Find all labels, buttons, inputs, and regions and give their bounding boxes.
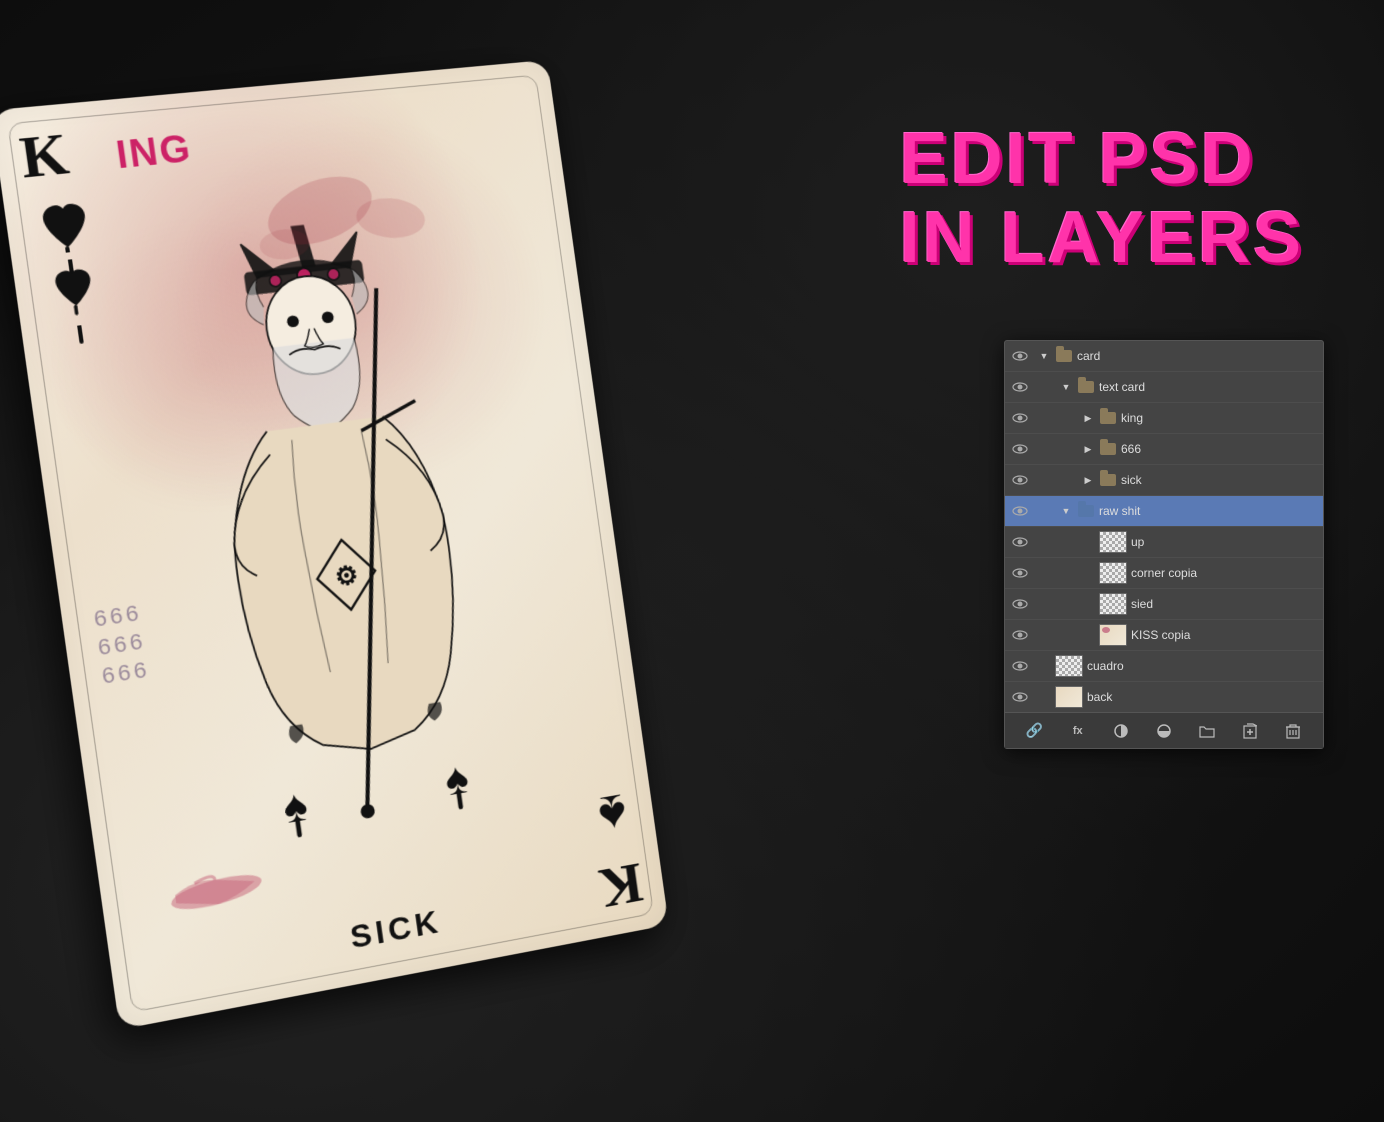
layers-list: ▼ card ▼ text card ▶ king ▶ 666 — [1005, 341, 1323, 712]
layer-row-sick[interactable]: ▶ sick — [1005, 465, 1323, 495]
eye-icon-card[interactable] — [1011, 347, 1029, 365]
title-line2: IN LAYERS — [900, 199, 1304, 278]
eye-icon-corner-copia[interactable] — [1011, 564, 1029, 582]
eye-icon-kiss-copia[interactable] — [1011, 626, 1029, 644]
folder-icon-raw-shit — [1077, 504, 1095, 518]
layer-thumb-corner-copia — [1099, 562, 1127, 584]
layer-row-king[interactable]: ▶ king — [1005, 403, 1323, 433]
title-line1: EDIT PSD — [900, 120, 1304, 199]
heart-1 — [36, 199, 96, 260]
layer-label-666: 666 — [1121, 442, 1317, 456]
layer-label-sick: sick — [1121, 473, 1317, 487]
layer-label-cuadro: cuadro — [1087, 659, 1317, 673]
layer-label-sied: sied — [1131, 597, 1317, 611]
folder-button[interactable] — [1196, 720, 1218, 742]
folder-icon-666 — [1099, 442, 1117, 456]
svg-text:⚙: ⚙ — [333, 559, 360, 592]
eye-icon-king[interactable] — [1011, 409, 1029, 427]
eye-icon-raw-shit[interactable] — [1011, 502, 1029, 520]
layer-thumb-up — [1099, 531, 1127, 553]
layer-row-card[interactable]: ▼ card — [1005, 341, 1323, 371]
layer-label-king: king — [1121, 411, 1317, 425]
delete-button[interactable] — [1282, 720, 1304, 742]
eye-icon-back[interactable] — [1011, 688, 1029, 706]
arrow-icon-666[interactable]: ▶ — [1081, 442, 1095, 456]
eye-icon-cuadro[interactable] — [1011, 657, 1029, 675]
page-title: EDIT PSD IN LAYERS — [900, 120, 1304, 278]
eye-icon-666[interactable] — [1011, 440, 1029, 458]
eye-icon-text-card[interactable] — [1011, 378, 1029, 396]
arrow-icon-sick[interactable]: ▶ — [1081, 473, 1095, 487]
panel-toolbar: 🔗 fx — [1005, 712, 1323, 748]
eye-icon-sick[interactable] — [1011, 471, 1029, 489]
folder-icon-card — [1055, 349, 1073, 363]
folder-icon-text-card — [1077, 380, 1095, 394]
layer-row-up[interactable]: up — [1005, 527, 1323, 557]
layer-thumb-back — [1055, 686, 1083, 708]
layer-row-raw-shit[interactable]: ▼ raw shit — [1005, 496, 1323, 526]
card-k-bottom-letter: K — [596, 854, 646, 918]
card-k-top: K — [17, 124, 72, 187]
circle-button[interactable] — [1110, 720, 1132, 742]
adjust-button[interactable] — [1153, 720, 1175, 742]
layer-label-up: up — [1131, 535, 1317, 549]
layers-panel: ▼ card ▼ text card ▶ king ▶ 666 — [1004, 340, 1324, 749]
layer-label-card: card — [1077, 349, 1317, 363]
layer-thumb-sied — [1099, 593, 1127, 615]
svg-text:♠: ♠ — [280, 778, 311, 832]
layer-row-back[interactable]: back — [1005, 682, 1323, 712]
fx-button[interactable]: fx — [1067, 720, 1089, 742]
eye-icon-up[interactable] — [1011, 533, 1029, 551]
link-button[interactable]: 🔗 — [1024, 720, 1046, 742]
folder-icon-king — [1099, 411, 1117, 425]
folder-icon-sick — [1099, 473, 1117, 487]
eye-icon-sied[interactable] — [1011, 595, 1029, 613]
arrow-icon-text-card[interactable]: ▼ — [1059, 380, 1073, 394]
layer-row-text-card[interactable]: ▼ text card — [1005, 372, 1323, 402]
layer-label-corner-copia: corner copia — [1131, 566, 1317, 580]
layer-row-kiss-copia[interactable]: KISS copia — [1005, 620, 1323, 650]
heart-2 — [45, 265, 105, 327]
arrow-icon-king[interactable]: ▶ — [1081, 411, 1095, 425]
layer-label-text-card: text card — [1099, 380, 1317, 394]
layer-label-raw-shit: raw shit — [1099, 504, 1317, 518]
layer-label-kiss-copia: KISS copia — [1131, 628, 1317, 642]
layer-row-666[interactable]: ▶ 666 — [1005, 434, 1323, 464]
card-k-bottom: K — [596, 854, 646, 918]
arrow-icon-card[interactable]: ▼ — [1037, 349, 1051, 363]
layer-thumb-cuadro — [1055, 655, 1083, 677]
arrow-icon-raw-shit[interactable]: ▼ — [1059, 504, 1073, 518]
layer-row-cuadro[interactable]: cuadro — [1005, 651, 1323, 681]
new-layer-button[interactable] — [1239, 720, 1261, 742]
svg-text:♠: ♠ — [442, 751, 472, 804]
layer-row-sied[interactable]: sied — [1005, 589, 1323, 619]
card-king-top: ING — [114, 128, 195, 178]
666-line1: 666 — [92, 599, 143, 632]
layer-label-back: back — [1087, 690, 1317, 704]
layer-row-corner-copia[interactable]: corner copia — [1005, 558, 1323, 588]
layer-thumb-kiss-copia — [1099, 624, 1127, 646]
